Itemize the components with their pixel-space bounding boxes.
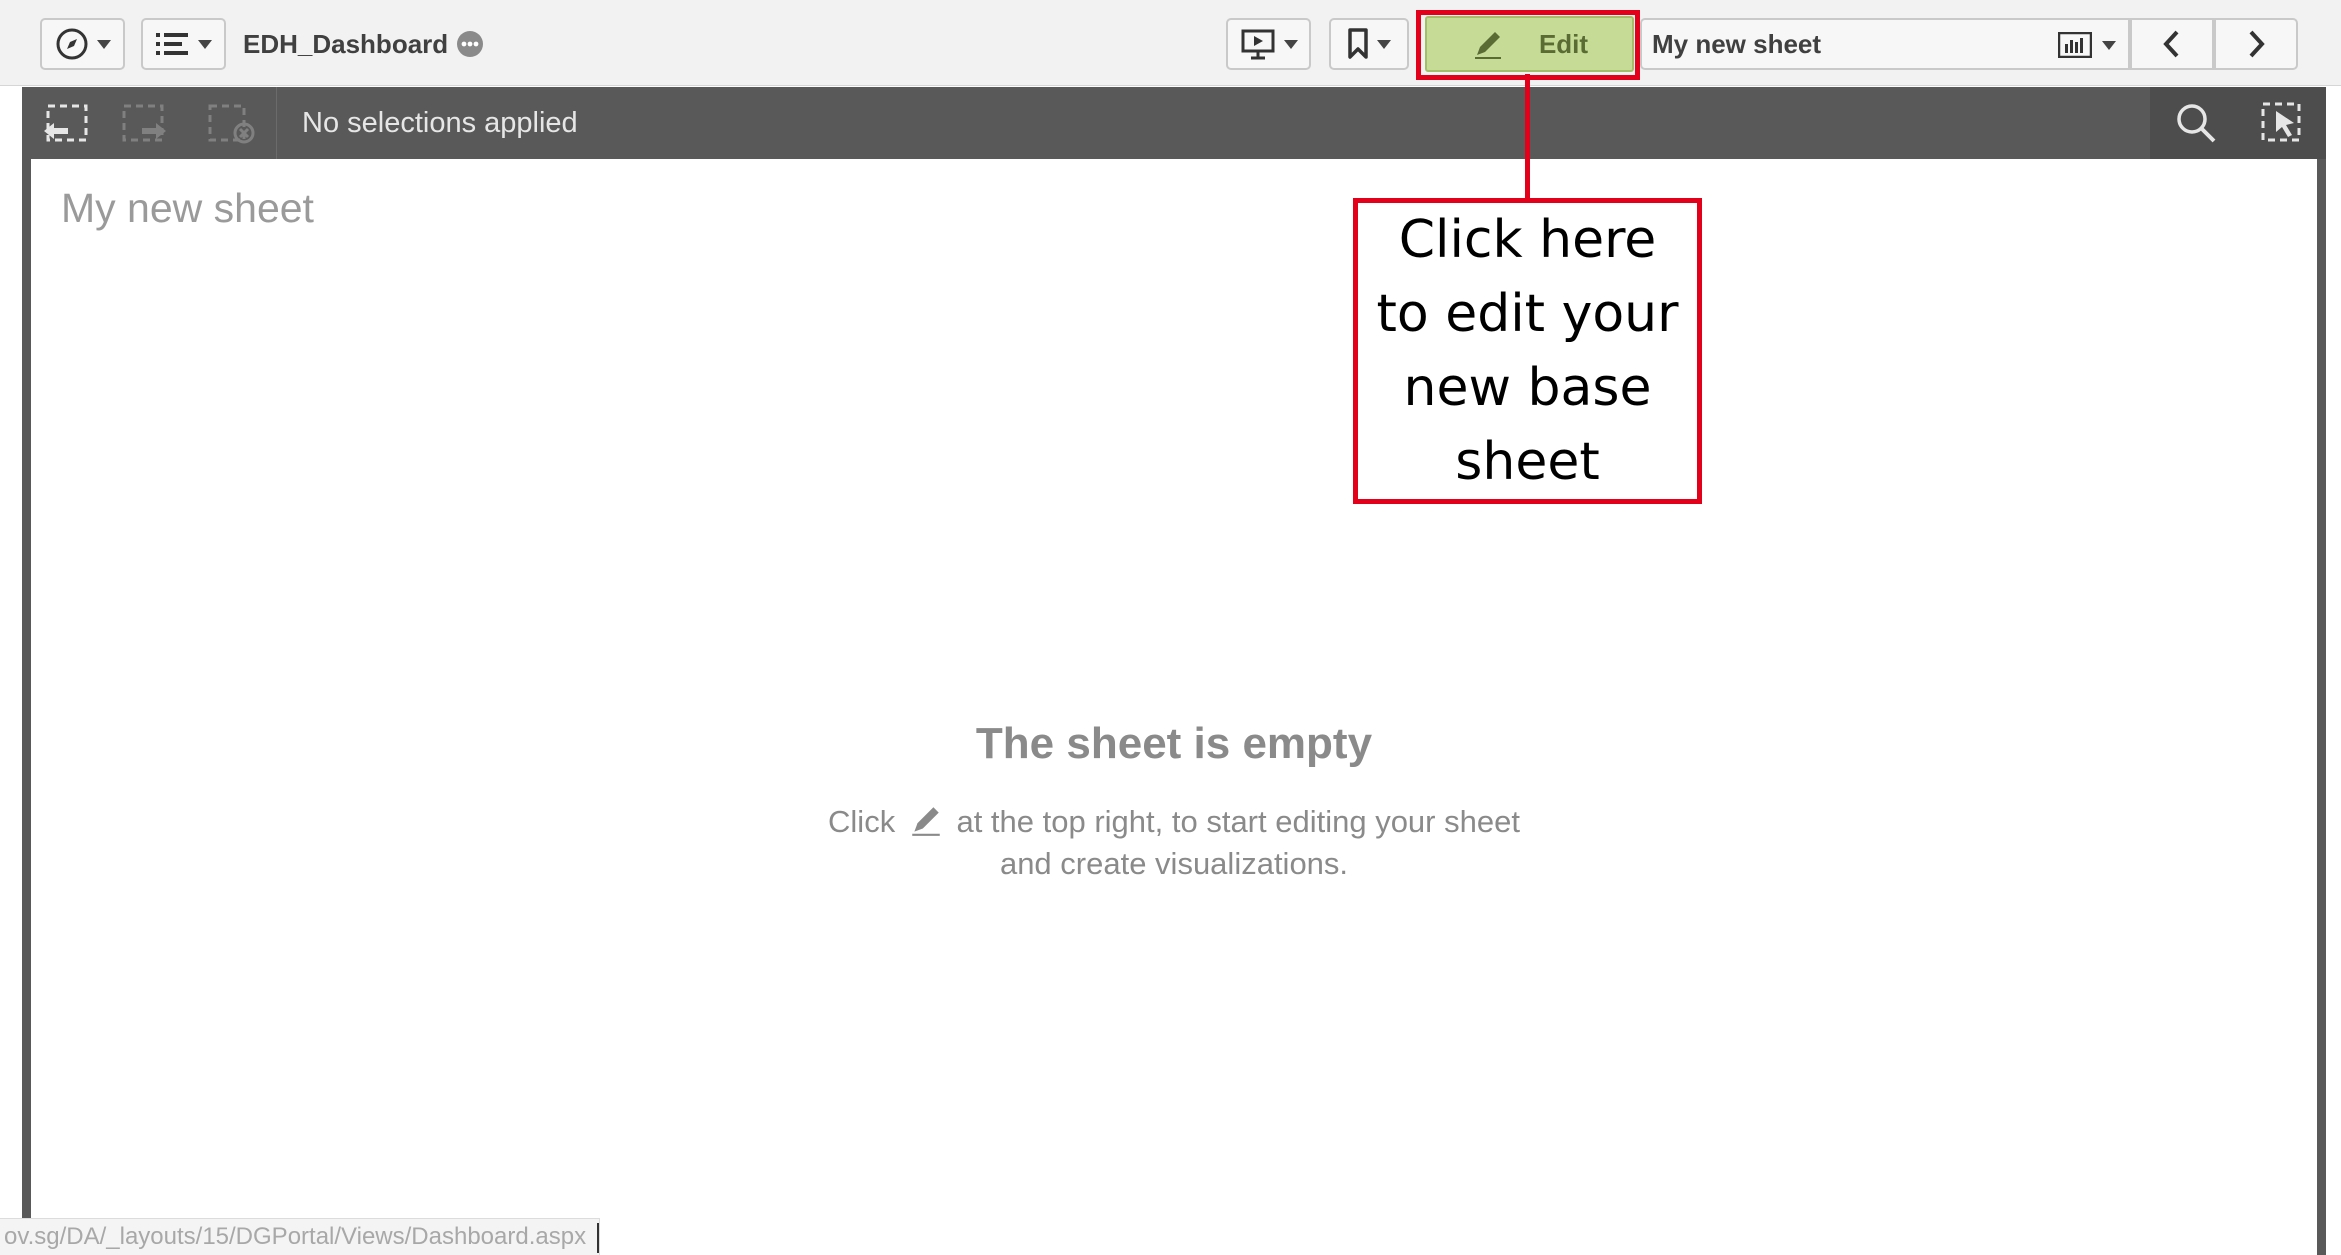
sheet-title: My new sheet bbox=[61, 185, 314, 231]
search-icon[interactable] bbox=[2174, 101, 2218, 145]
chevron-down-icon bbox=[1283, 39, 1298, 49]
storytelling-button[interactable] bbox=[1226, 18, 1311, 70]
browser-status-bar: ov.sg/DA/_layouts/15/DGPortal/Views/Dash… bbox=[0, 1218, 600, 1255]
current-sheet-name: My new sheet bbox=[1652, 29, 1822, 59]
selections-divider bbox=[276, 87, 277, 159]
clear-selections-icon[interactable] bbox=[206, 103, 258, 145]
annotation-line-3: new base bbox=[1403, 358, 1652, 418]
sheet-bar-chart-icon bbox=[2058, 32, 2092, 58]
selections-tool-icon[interactable] bbox=[2260, 101, 2304, 145]
bookmarks-button[interactable] bbox=[1329, 18, 1409, 70]
selections-status: No selections applied bbox=[302, 107, 578, 139]
app-title-label: EDH_Dashboard bbox=[243, 29, 449, 59]
annotation-line-1: Click here bbox=[1398, 210, 1657, 270]
text-cursor bbox=[597, 1223, 599, 1253]
empty-desc-suffix: at the top right, to start editing your … bbox=[956, 804, 1520, 839]
empty-desc-prefix: Click bbox=[828, 804, 896, 839]
bookmark-icon bbox=[1348, 28, 1368, 59]
callout-connector bbox=[1525, 74, 1530, 199]
more-icon[interactable] bbox=[456, 30, 484, 58]
empty-desc-line2: and create visualizations. bbox=[999, 846, 1349, 881]
edit-highlight-box bbox=[1416, 10, 1640, 80]
chevron-down-icon bbox=[2102, 40, 2116, 50]
chevron-down-icon bbox=[197, 39, 212, 49]
app-title[interactable]: EDH_Dashboard bbox=[243, 23, 484, 65]
top-toolbar: EDH_Dashboard Edit My new sheet bbox=[0, 0, 2341, 86]
annotation-line-2: to edit your bbox=[1376, 284, 1679, 344]
pencil-icon bbox=[912, 807, 940, 836]
annotation-callout: Click here to edit your new base sheet bbox=[1353, 198, 1702, 504]
navigation-menu-button[interactable] bbox=[40, 18, 125, 70]
chevron-right-icon bbox=[2249, 30, 2265, 58]
status-url: ov.sg/DA/_layouts/15/DGPortal/Views/Dash… bbox=[4, 1223, 587, 1250]
annotation-line-4: sheet bbox=[1455, 432, 1600, 492]
selections-bar: No selections applied bbox=[22, 87, 2326, 159]
chevron-down-icon bbox=[1377, 39, 1391, 49]
step-forward-icon[interactable] bbox=[120, 103, 170, 145]
compass-icon bbox=[56, 28, 87, 60]
step-back-icon[interactable] bbox=[40, 103, 90, 145]
empty-sheet-heading: The sheet is empty bbox=[975, 719, 1373, 768]
presentation-icon bbox=[1241, 29, 1274, 60]
chevron-left-icon bbox=[2163, 30, 2179, 58]
sheet-selector[interactable]: My new sheet bbox=[1640, 18, 2130, 70]
list-menu-icon bbox=[155, 33, 188, 55]
selections-tools bbox=[2150, 87, 2326, 159]
sheet-canvas: My new sheet The sheet is empty Click at… bbox=[22, 159, 2326, 1255]
annotation-text: Click here to edit your new base sheet bbox=[1376, 203, 1678, 499]
previous-sheet-button[interactable] bbox=[2130, 18, 2214, 70]
global-menu-button[interactable] bbox=[141, 18, 226, 70]
next-sheet-button[interactable] bbox=[2214, 18, 2298, 70]
chevron-down-icon bbox=[96, 39, 111, 49]
empty-sheet-description: Click at the top right, to start editing… bbox=[31, 801, 2317, 885]
